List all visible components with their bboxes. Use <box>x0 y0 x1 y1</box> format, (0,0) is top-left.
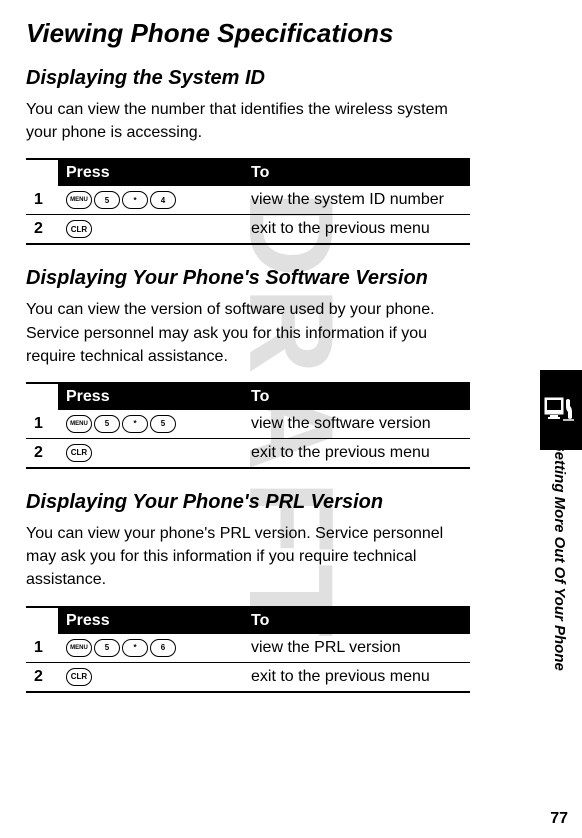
key-sequence-cell: CLR <box>58 215 243 244</box>
table-row: 1 MENU 5 * 6 view the PRL version <box>26 634 470 663</box>
four-key-icon: 4 <box>150 191 176 209</box>
key-sequence-cell: MENU 5 * 6 <box>58 634 243 663</box>
clear-key-icon: CLR <box>66 668 92 686</box>
section-body: You can view the version of software use… <box>26 298 470 368</box>
step-number: 1 <box>26 410 58 439</box>
section-prl-version: Displaying Your Phone's PRL Version You … <box>26 491 470 693</box>
table-container: Press To 1 MENU 5 * 5 <box>26 382 470 469</box>
table-header-press: Press <box>58 608 243 634</box>
table-row: 1 MENU 5 * 4 view the system ID number <box>26 186 470 215</box>
key-sequence-cell: CLR <box>58 662 243 691</box>
clear-key-icon: CLR <box>66 220 92 238</box>
sidebar-chapter-label: Getting More Out Of Your Phone <box>551 440 568 671</box>
menu-key-icon: MENU <box>66 639 92 657</box>
step-number: 2 <box>26 438 58 467</box>
step-description: exit to the previous menu <box>243 438 470 467</box>
table-header-press: Press <box>58 160 243 186</box>
section-body: You can view your phone's PRL version. S… <box>26 522 470 592</box>
key-sequence-cell: MENU 5 * 4 <box>58 186 243 215</box>
section-title: Displaying the System ID <box>26 67 470 90</box>
step-number: 2 <box>26 215 58 244</box>
key-sequence-cell: MENU 5 * 5 <box>58 410 243 439</box>
table-header-to: To <box>243 608 470 634</box>
menu-key-icon: MENU <box>66 191 92 209</box>
step-description: view the system ID number <box>243 186 470 215</box>
page-title: Viewing Phone Specifications <box>26 18 470 49</box>
page-content: Viewing Phone Specifications Displaying … <box>0 0 520 733</box>
section-software-version: Displaying Your Phone's Software Version… <box>26 267 470 469</box>
table-row: 2 CLR exit to the previous menu <box>26 215 470 244</box>
sidebar-tab <box>540 370 582 450</box>
page-number: 77 <box>550 810 568 828</box>
five-key-icon: 5 <box>94 415 120 433</box>
table-row: 2 CLR exit to the previous menu <box>26 662 470 691</box>
step-description: view the PRL version <box>243 634 470 663</box>
table-container: Press To 1 MENU 5 * 4 <box>26 158 470 245</box>
five-key-icon: 5 <box>150 415 176 433</box>
star-key-icon: * <box>122 415 148 433</box>
step-description: exit to the previous menu <box>243 662 470 691</box>
star-key-icon: * <box>122 639 148 657</box>
section-title: Displaying Your Phone's PRL Version <box>26 491 470 514</box>
table-header-to: To <box>243 160 470 186</box>
section-body: You can view the number that identifies … <box>26 98 470 144</box>
step-number: 1 <box>26 634 58 663</box>
table-header-to: To <box>243 384 470 410</box>
step-description: view the software version <box>243 410 470 439</box>
menu-key-icon: MENU <box>66 415 92 433</box>
instruction-table: Press To 1 MENU 5 * 5 <box>26 384 470 467</box>
instruction-table: Press To 1 MENU 5 * 4 <box>26 160 470 243</box>
instruction-table: Press To 1 MENU 5 * 6 <box>26 608 470 691</box>
table-header-blank <box>26 160 58 186</box>
key-sequence-cell: CLR <box>58 438 243 467</box>
five-key-icon: 5 <box>94 191 120 209</box>
table-container: Press To 1 MENU 5 * 6 <box>26 606 470 693</box>
star-key-icon: * <box>122 191 148 209</box>
table-row: 2 CLR exit to the previous menu <box>26 438 470 467</box>
table-row: 1 MENU 5 * 5 view the software version <box>26 410 470 439</box>
table-header-blank <box>26 384 58 410</box>
clear-key-icon: CLR <box>66 444 92 462</box>
section-system-id: Displaying the System ID You can view th… <box>26 67 470 245</box>
six-key-icon: 6 <box>150 639 176 657</box>
step-description: exit to the previous menu <box>243 215 470 244</box>
computer-phone-icon <box>544 396 578 424</box>
step-number: 2 <box>26 662 58 691</box>
step-number: 1 <box>26 186 58 215</box>
table-header-blank <box>26 608 58 634</box>
five-key-icon: 5 <box>94 639 120 657</box>
table-header-press: Press <box>58 384 243 410</box>
section-title: Displaying Your Phone's Software Version <box>26 267 470 290</box>
